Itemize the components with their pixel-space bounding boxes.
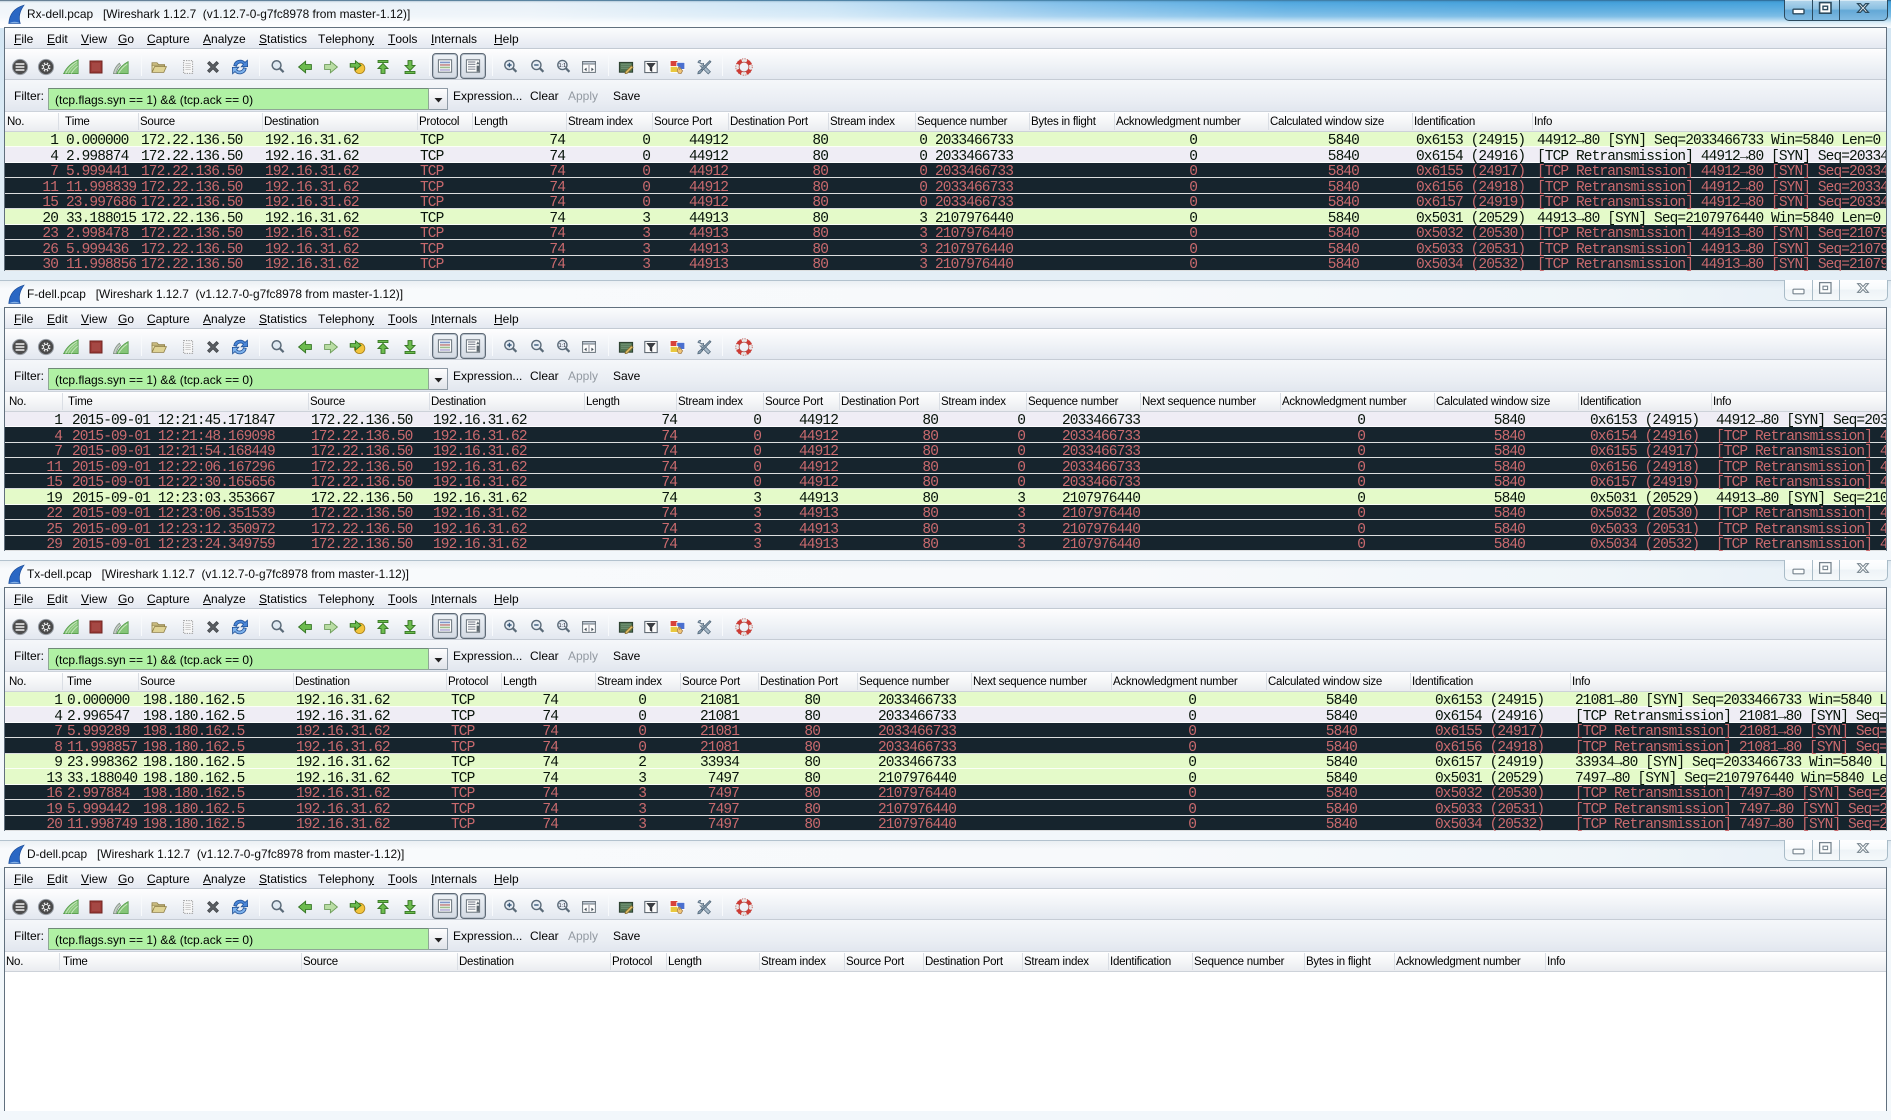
svg-text:1:1: 1:1 <box>559 903 567 909</box>
svg-text:1:1: 1:1 <box>559 63 567 69</box>
svg-text:1:1: 1:1 <box>559 343 567 349</box>
svg-text:1:1: 1:1 <box>559 623 567 629</box>
